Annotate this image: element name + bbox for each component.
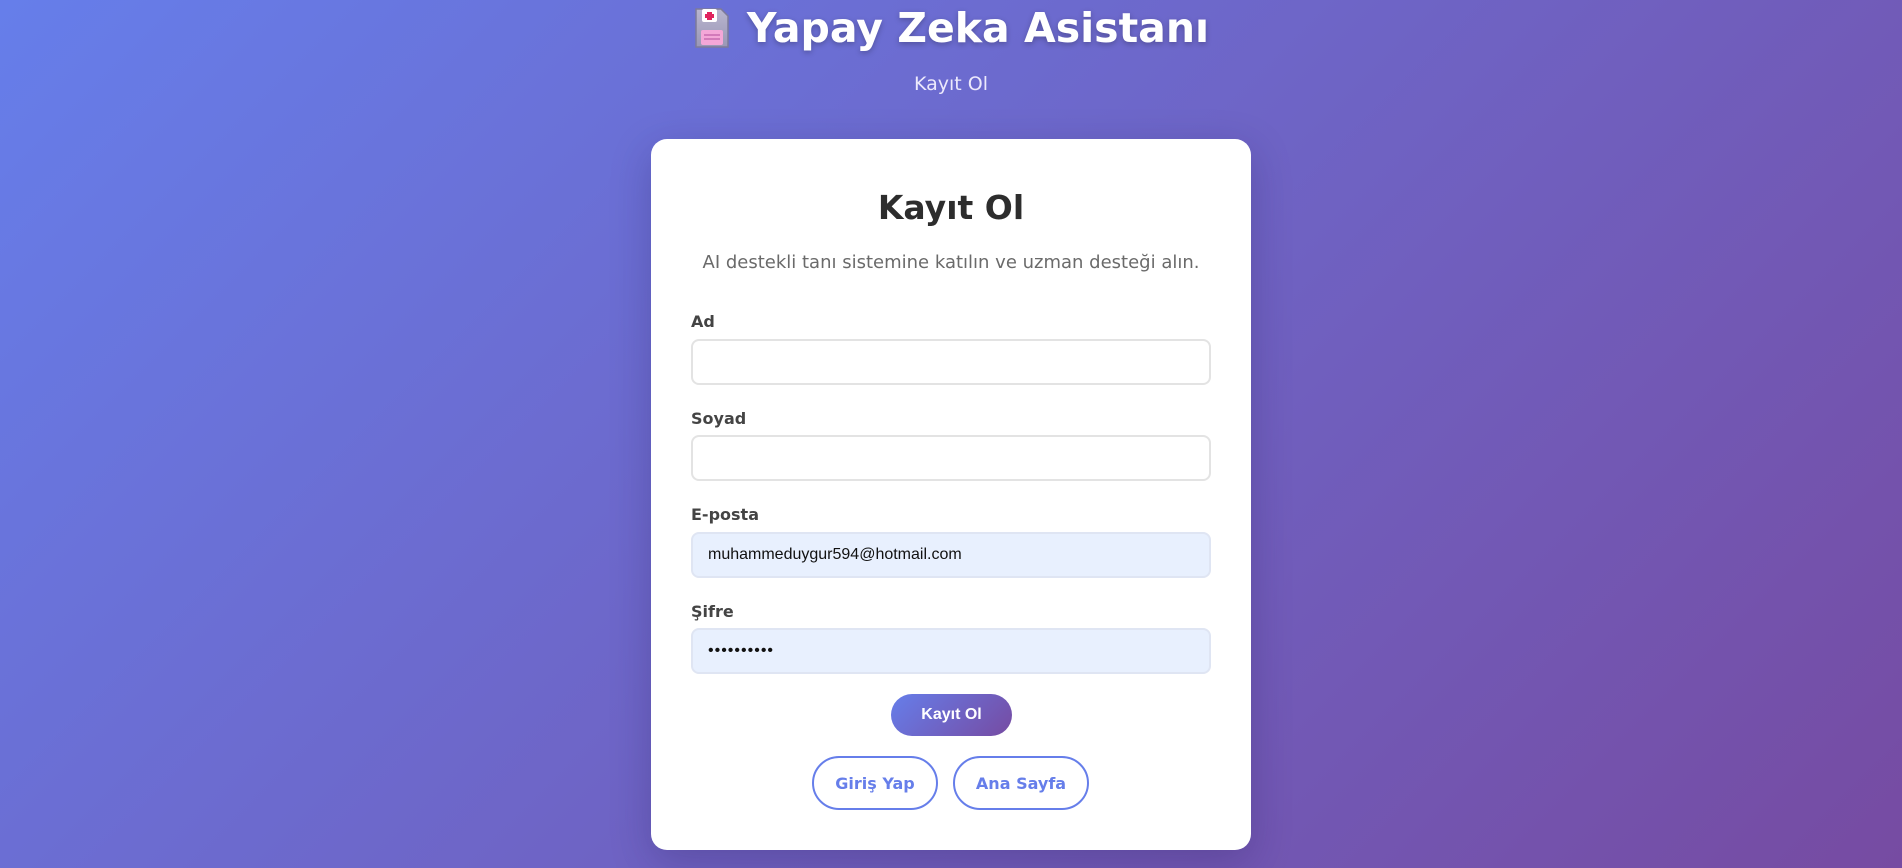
email-label: E-posta <box>691 505 759 524</box>
register-card: Kayıt Ol AI destekli tanı sistemine katı… <box>651 139 1251 850</box>
form-title: Kayıt Ol <box>877 188 1025 227</box>
app-subtitle: Kayıt Ol <box>913 73 988 95</box>
home-link-button[interactable]: Ana Sayfa <box>953 756 1089 810</box>
first-name-label: Ad <box>691 312 715 331</box>
form-description: AI destekli tanı sistemine katılın ve uz… <box>702 252 1200 273</box>
last-name-input[interactable] <box>691 435 1211 481</box>
email-input[interactable] <box>691 532 1211 578</box>
register-submit-button[interactable]: Kayıt Ol <box>891 694 1012 736</box>
first-name-input[interactable] <box>691 339 1211 385</box>
last-name-label: Soyad <box>691 409 747 428</box>
password-label: Şifre <box>691 602 734 621</box>
hospital-floppy-icon <box>693 6 731 50</box>
app-title: Yapay Zeka Asistanı <box>0 0 1902 56</box>
app-title-text: Yapay Zeka Asistanı <box>746 4 1210 52</box>
password-input[interactable] <box>691 628 1211 674</box>
login-link-button[interactable]: Giriş Yap <box>812 756 938 810</box>
